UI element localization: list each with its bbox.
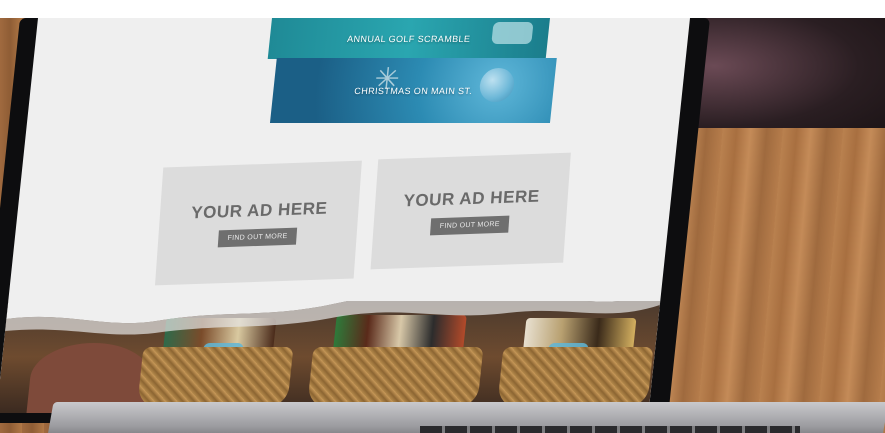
- wicker-basket: [307, 347, 484, 407]
- golf-scramble-banner[interactable]: ANNUAL GOLF SCRAMBLE: [267, 18, 550, 59]
- ad-title: YOUR AD HERE: [402, 186, 541, 210]
- wicker-basket: [137, 347, 294, 407]
- photo-scene: ANNUAL GOLF SCRAMBLE ✳ CHRISTMAS ON MAIN…: [0, 18, 885, 433]
- ornament-icon: [478, 68, 516, 102]
- find-out-more-button[interactable]: FIND OUT MORE: [217, 227, 298, 247]
- golf-cart-icon: [491, 22, 534, 44]
- christmas-banner-label: CHRISTMAS ON MAIN ST.: [353, 85, 473, 96]
- find-out-more-button[interactable]: FIND OUT MORE: [430, 215, 510, 235]
- keyboard-keys: [420, 426, 800, 433]
- christmas-banner[interactable]: ✳ CHRISTMAS ON MAIN ST.: [269, 58, 557, 123]
- golf-banner-label: ANNUAL GOLF SCRAMBLE: [346, 33, 471, 44]
- ad-title: YOUR AD HERE: [190, 198, 329, 222]
- ad-slot-1: YOUR AD HERE FIND OUT MORE: [155, 160, 362, 286]
- gift-basket-photo: [0, 301, 661, 413]
- laptop-screen: ANNUAL GOLF SCRAMBLE ✳ CHRISTMAS ON MAIN…: [0, 18, 691, 413]
- wicker-basket: [497, 347, 654, 407]
- wave-divider: [5, 301, 661, 335]
- ad-slot-2: YOUR AD HERE FIND OUT MORE: [370, 152, 571, 270]
